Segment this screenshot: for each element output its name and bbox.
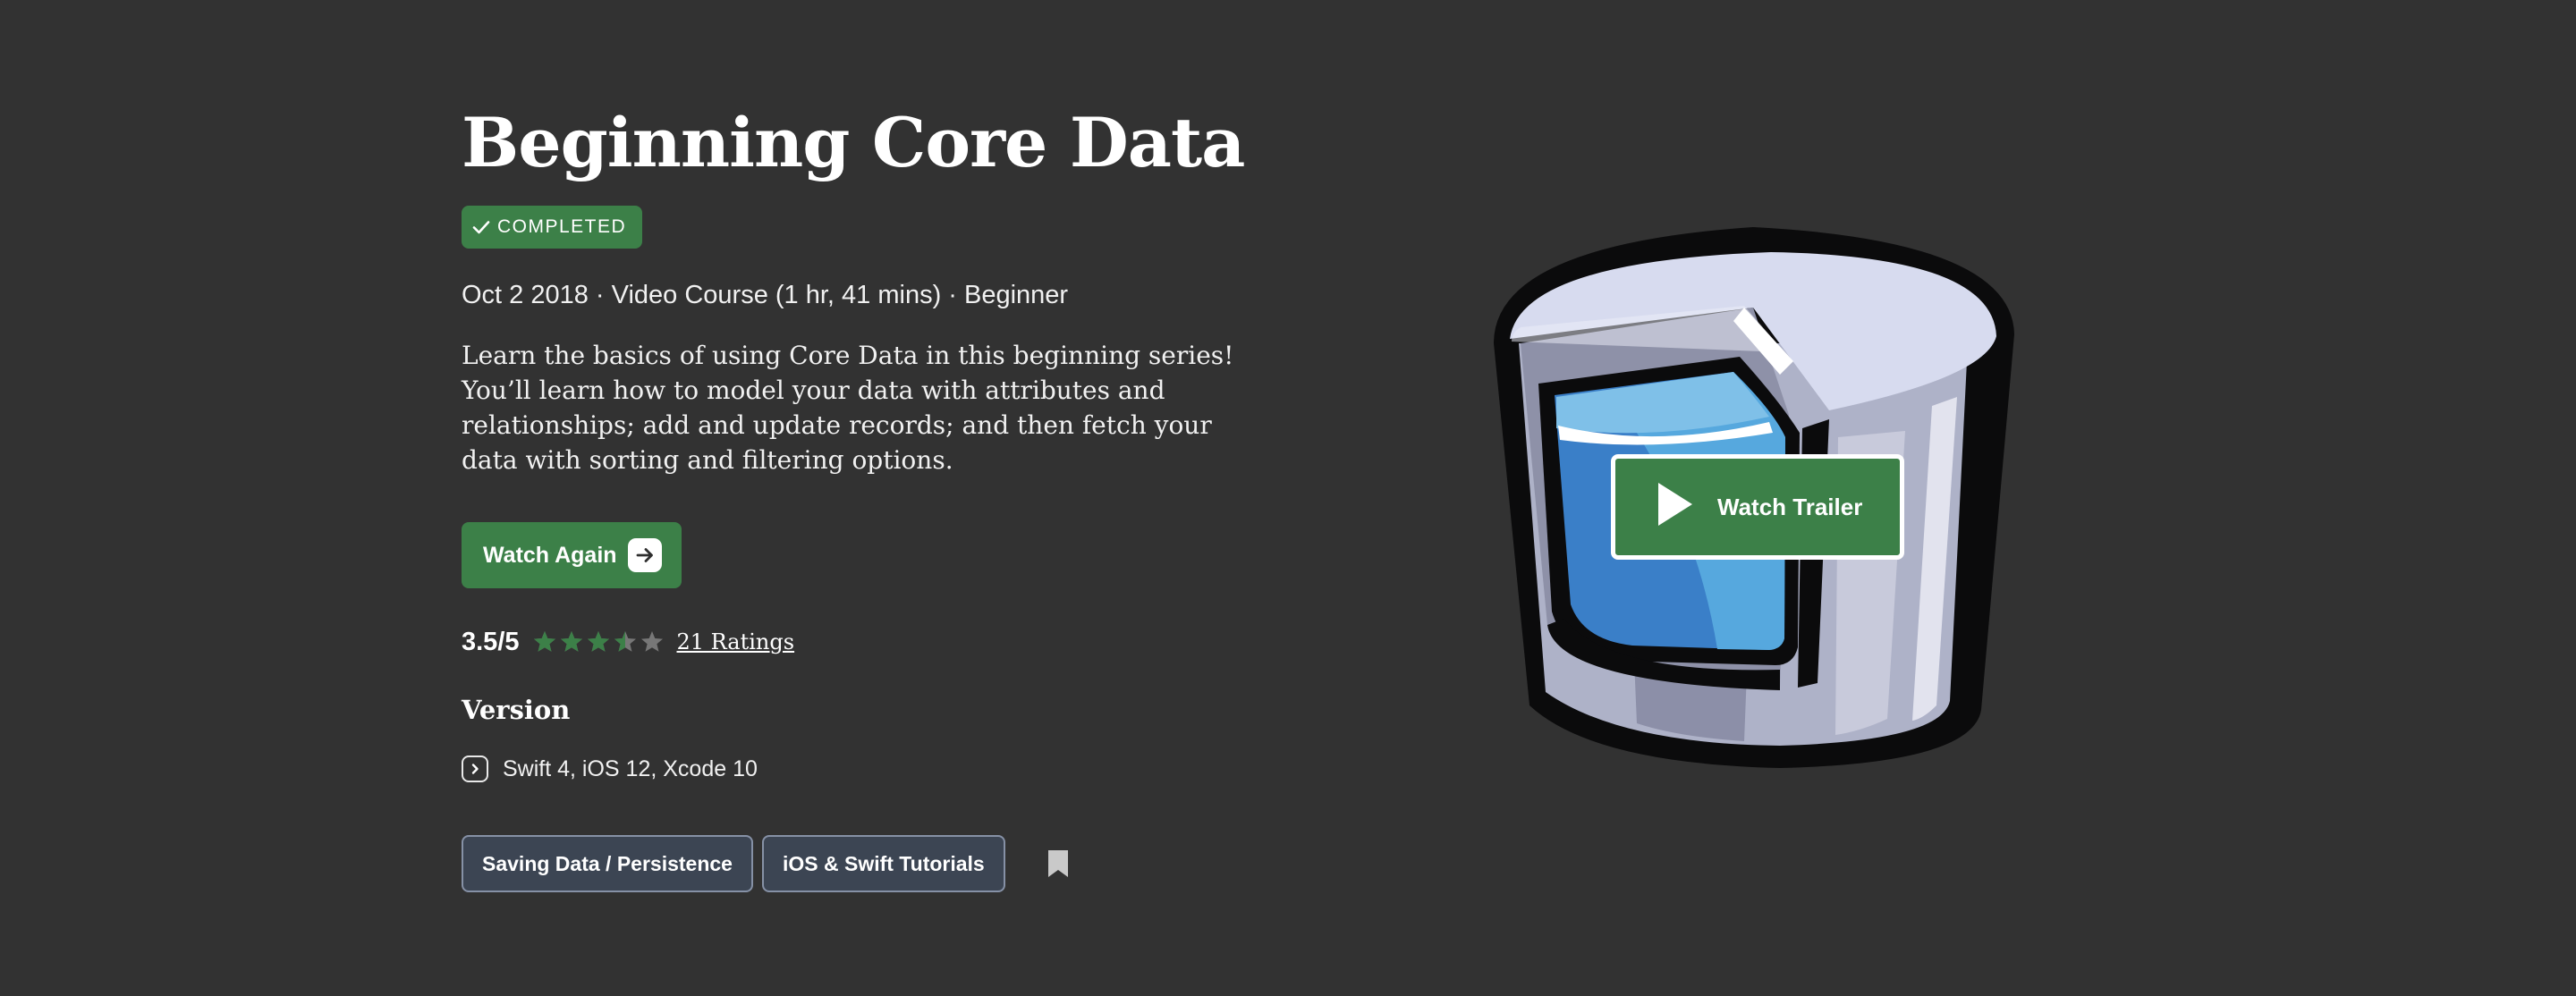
star-icon [533,631,555,652]
star-icon [560,631,582,652]
watch-again-label: Watch Again [483,542,617,568]
watch-trailer-button[interactable]: Watch Trailer [1611,454,1904,560]
rating-row: 3.5/5 21 Ratings [462,624,794,660]
page-title: Beginning Core Data [462,103,1245,182]
ratings-count-link[interactable]: 21 Ratings [677,629,795,654]
version-value: Swift 4, iOS 12, Xcode 10 [503,755,758,781]
rating-value: 3.5/5 [462,627,520,656]
rating-stars [532,629,665,654]
watch-again-button[interactable]: Watch Again [462,522,682,588]
star-icon [587,631,609,652]
version-toggle[interactable]: Swift 4, iOS 12, Xcode 10 [462,753,758,785]
arrow-right-icon [628,538,662,572]
completed-badge: COMPLETED [462,206,643,249]
star-icon [614,631,636,652]
course-meta: Oct 2 2018 · Video Course (1 hr, 41 mins… [462,281,1069,309]
course-description: Learn the basics of using Core Data in t… [462,341,1234,475]
tag-list: Saving Data / Persistence iOS & Swift Tu… [462,835,1072,892]
check-icon [472,220,490,234]
star-icon [640,631,663,652]
tag-saving-data[interactable]: Saving Data / Persistence [462,835,753,892]
play-icon [1655,480,1694,535]
version-heading: Version [462,695,571,725]
watch-trailer-label: Watch Trailer [1717,493,1863,520]
bookmark-icon[interactable] [1045,848,1072,880]
chevron-right-icon [462,755,488,782]
tag-ios-swift-tutorials[interactable]: iOS & Swift Tutorials [761,835,1005,892]
completed-badge-label: COMPLETED [497,216,627,237]
